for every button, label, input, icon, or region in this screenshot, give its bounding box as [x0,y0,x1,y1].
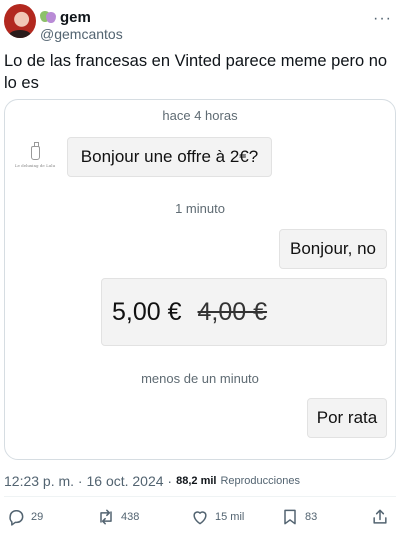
tweet-actions: 29 438 15 mil 83 [6,505,394,529]
tweet-header: gem @gemcantos ··· [4,4,396,44]
original-price: 4,00 € [197,297,268,326]
outgoing-message-bubble: Bonjour, no [279,229,387,269]
heart-icon [193,511,207,525]
outgoing-message-text: Bonjour, no [289,239,376,258]
divider [4,496,396,497]
views-label: Reproducciones [220,475,300,487]
outgoing-message-text: Por rata [316,408,378,427]
like-button[interactable]: 15 mil [190,505,244,529]
theater-masks-emoji-icon [40,10,56,24]
timestamp[interactable]: 12:23 p. m. · 16 oct. 2024 · [4,473,172,489]
user-handle[interactable]: @gemcantos [40,26,123,42]
share-icon [373,509,387,524]
name-row: gem [40,8,91,26]
tweet-text: Lo de las francesas en Vinted parece mem… [4,52,388,92]
views-count: 88,2 mil [176,475,217,487]
reply-count: 29 [31,511,44,523]
chat-time-separator: menos de un minuto [141,371,259,386]
tweet-media-screenshot[interactable]: hace 4 horas Le deluxing de Lulu Bonjour… [4,99,396,460]
display-name[interactable]: gem [60,9,91,26]
shop-logo: Le deluxing de Lulu [15,142,55,176]
offer-price: 5,00 € [112,297,182,326]
reply-button[interactable]: 29 [6,505,43,529]
perfume-bottle-icon [30,142,40,160]
more-options-icon[interactable]: ··· [373,10,392,28]
outgoing-message-bubble: Por rata [307,398,387,438]
retweet-icon [100,509,112,525]
retweet-count: 438 [121,511,140,523]
incoming-message-text: Bonjour une offre à 2€? [80,147,259,166]
bookmark-icon [284,509,296,525]
avatar[interactable] [4,4,36,38]
tweet-meta: 12:23 p. m. · 16 oct. 2024 · 88,2 mil Re… [4,471,300,491]
incoming-message-bubble: Bonjour une offre à 2€? [67,137,272,177]
bookmark-count: 83 [305,511,318,523]
offer-bubble: 5,00 € 4,00 € [101,278,387,346]
retweet-button[interactable]: 438 [96,505,139,529]
shop-logo-caption: Le deluxing de Lulu [14,163,56,168]
chat-time-separator: hace 4 horas [162,108,238,123]
reply-icon [9,510,24,526]
bookmark-button[interactable]: 83 [280,505,317,529]
offer-price-row: 5,00 € 4,00 € [112,298,267,327]
share-button[interactable] [370,505,390,529]
chat-time-separator: 1 minuto [175,201,225,216]
like-count: 15 mil [215,511,245,523]
